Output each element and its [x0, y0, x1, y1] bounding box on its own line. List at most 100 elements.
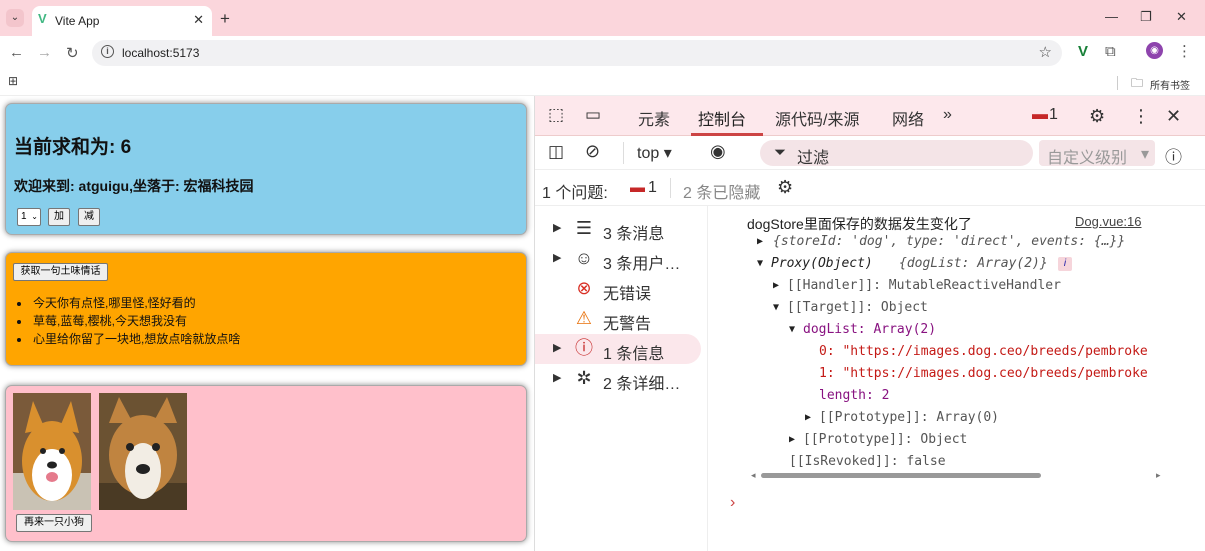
get-love-talk-button[interactable]: 获取一句土味情话	[13, 263, 108, 281]
issues-count[interactable]: 1	[648, 179, 657, 197]
divider	[1117, 76, 1118, 90]
sidebar-item-errors[interactable]: ⊗ 无错误	[535, 274, 701, 304]
profile-avatar[interactable]: ◉	[1146, 42, 1163, 59]
collapse-arrow-icon[interactable]: ▼	[757, 258, 763, 269]
device-toolbar-icon[interactable]: ▭	[585, 105, 601, 125]
restore-icon[interactable]: ❐	[1140, 9, 1152, 25]
scroll-left-icon[interactable]: ◂	[751, 470, 756, 481]
console-prompt-icon[interactable]: ›	[730, 494, 735, 512]
tab-network[interactable]: 网络	[892, 106, 924, 130]
collapse-arrow-icon[interactable]: ▼	[773, 302, 779, 313]
sidebar-toggle-icon[interactable]: ◫	[548, 142, 564, 162]
live-expression-eye-icon[interactable]: ◉	[710, 141, 726, 162]
sidebar-item-warnings[interactable]: ⚠ 无警告	[535, 304, 701, 334]
context-select[interactable]: top ▾	[637, 143, 672, 163]
vue-devtools-icon[interactable]: V	[1078, 43, 1088, 60]
new-tab-icon[interactable]: +	[220, 9, 230, 29]
log-level-label: 自定义级别	[1047, 150, 1128, 167]
reload-icon[interactable]: ↻	[66, 44, 79, 62]
divider	[623, 142, 624, 164]
divider	[670, 178, 671, 198]
add-button[interactable]: 加	[48, 208, 70, 226]
info-badge-icon[interactable]: i	[1058, 257, 1072, 271]
number-select[interactable]: 1 ⌄	[17, 208, 41, 226]
browser-tab[interactable]: V Vite App ✕	[32, 6, 212, 36]
settings-gear-icon[interactable]: ⚙	[1089, 106, 1105, 127]
filter-placeholder: 过滤	[797, 150, 830, 167]
chevron-down-icon: ▾	[1140, 146, 1149, 163]
close-tab-icon[interactable]: ✕	[193, 12, 204, 28]
scroll-right-icon[interactable]: ▸	[1156, 470, 1161, 481]
handler-row[interactable]: [[Handler]]: MutableReactiveHandler	[787, 278, 1061, 293]
sidebar-item-messages[interactable]: ▶ ☰ 3 条消息	[535, 214, 701, 244]
address-bar[interactable]: i localhost:5173 ☆	[92, 40, 1062, 66]
all-bookmarks-label[interactable]: 所有书签	[1150, 77, 1190, 92]
context-value: top	[637, 145, 660, 162]
info-icon: ⓘ	[575, 338, 593, 358]
dog-card: 再来一只小狗	[5, 385, 527, 542]
devtools-tabbar: ⬚ ▭ 元素 控制台 源代码/来源 网络 » ▬ 1 ⚙ ⋮ ✕	[535, 96, 1205, 136]
proxy-preview: {dogList: Array(2)}	[899, 256, 1048, 271]
forward-icon[interactable]: →	[37, 44, 52, 61]
doglist-row[interactable]: dogList: Array(2)	[803, 322, 936, 337]
list-icon: ☰	[575, 218, 593, 238]
source-link[interactable]: Dog.vue:16	[1075, 214, 1142, 229]
tab-elements[interactable]: 元素	[638, 106, 670, 130]
issues-badge-count[interactable]: 1	[1049, 106, 1058, 124]
tab-sources[interactable]: 源代码/来源	[775, 106, 859, 130]
filter-input[interactable]: ⏷ 过滤	[760, 140, 1033, 167]
sidebar-item-user-messages[interactable]: ▶ ☺ 3 条用户…	[535, 244, 701, 274]
sidebar-item-label: 1 条信息	[603, 346, 665, 363]
more-tabs-icon[interactable]: »	[943, 106, 952, 124]
new-dog-button[interactable]: 再来一只小狗	[16, 514, 92, 532]
menu-icon[interactable]: ⋮	[1177, 42, 1192, 60]
clear-console-icon[interactable]: ⊘	[585, 141, 600, 162]
site-info-icon[interactable]: i	[101, 45, 114, 58]
close-window-icon[interactable]: ✕	[1176, 9, 1187, 25]
expand-arrow-icon[interactable]: ▶	[757, 236, 763, 247]
vite-favicon-icon: V	[38, 11, 47, 26]
collapse-arrow-icon[interactable]: ▼	[789, 324, 795, 335]
expand-arrow-icon[interactable]: ▶	[805, 412, 811, 423]
more-options-icon[interactable]: ⋮	[1132, 106, 1150, 127]
bookmark-star-icon[interactable]: ☆	[1039, 43, 1052, 61]
sum-card: 当前求和为: 6 欢迎来到: atguigu,坐落于: 宏福科技园 1 ⌄ 加 减	[5, 103, 527, 235]
back-icon[interactable]: ←	[9, 44, 24, 61]
issues-badge-icon[interactable]: ▬	[1032, 106, 1048, 124]
array-prototype-row[interactable]: [[Prototype]]: Array(0)	[819, 410, 999, 425]
error-icon: ⊗	[576, 278, 592, 298]
expand-arrow-icon[interactable]: ▶	[789, 434, 795, 445]
expand-arrow-icon[interactable]: ▶	[773, 280, 779, 291]
bug-icon: ✲	[576, 368, 592, 388]
target-row[interactable]: [[Target]]: Object	[787, 300, 928, 315]
warning-icon: ⚠	[575, 308, 593, 328]
sidebar-item-info[interactable]: ▶ ⓘ 1 条信息	[535, 334, 701, 364]
sum-heading: 当前求和为: 6	[14, 137, 132, 158]
tab-search-icon[interactable]: ⌄	[6, 9, 24, 27]
doglist-item-1: 1: "https://images.dog.ceo/breeds/pembro…	[819, 366, 1148, 381]
sidebar-item-label: 无错误	[603, 286, 652, 303]
love-talk-card: 获取一句土味情话 今天你有点怪,哪里怪,怪好看的 草莓,蓝莓,樱桃,今天想我没有…	[5, 252, 527, 366]
expand-arrow-icon: ▶	[553, 372, 562, 384]
inspect-element-icon[interactable]: ⬚	[548, 105, 564, 125]
horizontal-scrollbar[interactable]	[761, 473, 1041, 478]
devtools-panel: ⬚ ▭ 元素 控制台 源代码/来源 网络 » ▬ 1 ⚙ ⋮ ✕ ◫ ⊘ top…	[534, 96, 1205, 551]
dog-image-1	[13, 393, 91, 510]
close-devtools-icon[interactable]: ✕	[1166, 106, 1181, 127]
object-prototype-row[interactable]: [[Prototype]]: Object	[803, 432, 967, 447]
sidebar-item-label: 2 条详细…	[603, 376, 681, 393]
proxy-label[interactable]: Proxy(Object)	[771, 256, 873, 271]
sidebar-item-verbose[interactable]: ▶ ✲ 2 条详细…	[535, 364, 701, 394]
issues-settings-gear-icon[interactable]: ⚙	[777, 177, 793, 198]
console-settings-info-icon[interactable]: ⓘ	[1165, 143, 1182, 168]
apps-grid-icon[interactable]: ⊞	[8, 74, 18, 88]
minimize-icon[interactable]: —	[1105, 9, 1118, 24]
extensions-icon[interactable]: ⧉	[1105, 43, 1116, 60]
tab-console[interactable]: 控制台	[698, 106, 746, 130]
log-message: dogStore里面保存的数据发生变化了	[747, 216, 972, 232]
store-object-summary[interactable]: {storeId: 'dog', type: 'direct', events:…	[773, 234, 1125, 249]
filter-funnel-icon: ⏷	[774, 144, 787, 161]
issue-flag-icon[interactable]: ▬	[630, 179, 645, 196]
log-level-select[interactable]: 自定义级别 ▾	[1039, 140, 1155, 167]
subtract-button[interactable]: 减	[78, 208, 100, 226]
